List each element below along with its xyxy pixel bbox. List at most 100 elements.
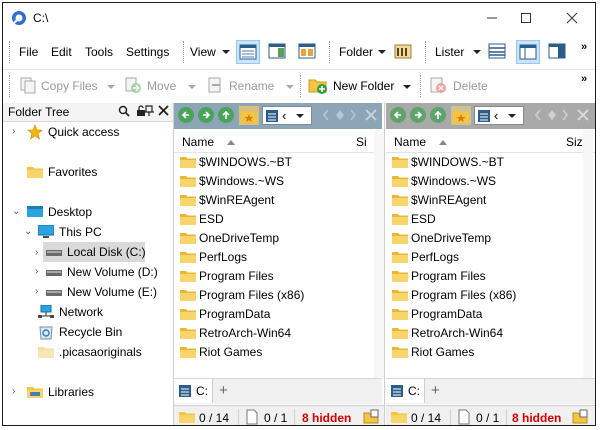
chevron-right-icon[interactable]: › [12,386,15,397]
chevron-right-icon[interactable]: › [35,286,38,297]
tree-item-network[interactable]: Network [3,302,173,322]
chevron-down-icon[interactable] [296,114,304,118]
file-list-row[interactable]: $WinREAgent [386,191,594,210]
close-icon[interactable] [365,109,377,124]
file-list-row[interactable]: OneDriveTemp [174,229,382,248]
close-icon[interactable] [158,105,169,119]
chevron-right-icon[interactable]: › [35,247,38,258]
forward-arrow-icon[interactable] [198,107,214,123]
chevron-left-icon[interactable] [322,108,330,125]
favorites-folder-icon[interactable] [451,106,471,128]
tree-item-new-volume-d[interactable]: › New Volume (D:) [3,262,173,282]
toolbar-overflow-button[interactable]: » [581,41,587,53]
file-list-row[interactable]: Program Files (x86) [386,286,594,305]
chevron-left-icon[interactable]: ‹ [494,108,498,123]
file-list-row[interactable]: $Windows.~WS [174,172,382,191]
chevron-down-icon[interactable]: ⌄ [12,206,20,217]
folder-options-button[interactable] [392,40,416,64]
toolbar-grip[interactable] [329,41,333,63]
chevron-right-icon[interactable] [561,108,569,125]
chevron-right-icon[interactable]: › [12,126,15,137]
toolbar-overflow-button[interactable]: » [581,73,587,85]
thumbnails-view-button[interactable] [296,40,320,64]
name-column-header[interactable]: Name [182,135,214,149]
path-field[interactable]: ‹ [262,106,312,125]
add-tab-button[interactable]: + [431,382,440,399]
preview-pane-button[interactable] [266,40,290,64]
tree-item-quick-access[interactable]: › Quick access [3,122,173,142]
size-column-header[interactable]: Siz [566,135,583,149]
file-list-row[interactable]: $WinREAgent [174,191,382,210]
left-vertical-scrollbar[interactable] [374,130,384,378]
up-arrow-icon[interactable] [430,107,446,123]
tree-item-recycle-bin[interactable]: Recycle Bin [3,322,173,342]
maximize-button[interactable] [511,8,541,28]
toolbar-grip[interactable] [300,75,304,97]
folder-menu[interactable]: Folder [339,45,373,59]
chevron-right-icon[interactable] [349,108,357,125]
folder-size-icon[interactable] [363,409,379,425]
lister-divider[interactable] [384,103,385,425]
chevron-left-icon[interactable]: ‹ [282,108,286,123]
new-folder-button[interactable]: New Folder [333,79,394,93]
file-list-row[interactable]: PerfLogs [174,248,382,267]
tree-item-new-volume-e[interactable]: › New Volume (E:) [3,282,173,302]
menu-file[interactable]: File [19,45,38,59]
tree-item-desktop[interactable]: ⌄ Desktop [3,202,173,222]
favorites-folder-icon[interactable] [239,106,259,128]
file-list-row[interactable]: Riot Games [386,343,594,362]
dual-lister-button[interactable] [516,40,540,64]
lister-menu[interactable]: Lister [435,45,464,59]
sync-icon[interactable] [546,109,558,124]
sync-icon[interactable] [334,109,346,124]
chevron-down-icon[interactable]: ⌄ [24,226,32,237]
tree-item-picasaoriginals[interactable]: .picasaoriginals [3,342,173,362]
file-list-row[interactable]: RetroArch-Win64 [174,324,382,343]
column-header[interactable]: Name Siz [386,130,595,153]
menu-edit[interactable]: Edit [51,45,72,59]
menu-tools[interactable]: Tools [85,45,113,59]
file-list-row[interactable]: RetroArch-Win64 [386,324,594,343]
move-button[interactable]: Move [147,79,176,93]
file-list-row[interactable]: ESD [174,210,382,229]
file-list-row[interactable]: Riot Games [174,343,382,362]
copy-files-button[interactable]: Copy Files [41,79,98,93]
name-column-header[interactable]: Name [394,135,426,149]
file-list-row[interactable]: OneDriveTemp [386,229,594,248]
file-list-row[interactable]: $Windows.~WS [386,172,594,191]
up-arrow-icon[interactable] [218,107,234,123]
close-icon[interactable] [577,109,589,124]
tab-c-drive[interactable]: C: [386,379,425,403]
viewer-pane-button[interactable] [546,40,570,64]
tree-item-this-pc[interactable]: ⌄ This PC [3,222,173,242]
rename-button[interactable]: Rename [229,79,274,93]
hidden-count[interactable]: 8 hidden [512,411,561,425]
file-list-row[interactable]: ESD [386,210,594,229]
file-list-row[interactable]: Program Files (x86) [174,286,382,305]
file-list-row[interactable]: PerfLogs [386,248,594,267]
file-list-row[interactable]: ProgramData [386,305,594,324]
toolbar-grip[interactable] [425,41,429,63]
tree-item-libraries[interactable]: › Libraries [3,382,173,402]
file-list-row[interactable]: Program Files [174,267,382,286]
right-vertical-scrollbar[interactable] [583,130,593,378]
chevron-down-icon[interactable] [378,50,386,54]
search-icon[interactable] [118,105,130,120]
chevron-down-icon[interactable] [286,85,294,89]
chevron-right-icon[interactable]: › [35,266,38,277]
column-header[interactable]: Name Si [174,130,382,153]
tree-item-local-disk-c[interactable]: Local Disk (C:) [43,242,146,262]
folder-size-icon[interactable] [572,409,588,425]
chevron-down-icon[interactable] [403,85,411,89]
size-column-header[interactable]: Si [356,135,367,149]
hidden-count[interactable]: 8 hidden [302,411,351,425]
toolbar-grip[interactable] [183,41,187,63]
file-list-row[interactable]: $WINDOWS.~BT [386,153,594,172]
pin-icon[interactable] [143,104,155,119]
path-field[interactable]: ‹ [474,106,524,125]
chevron-down-icon[interactable] [473,50,481,54]
file-list-row[interactable]: $WINDOWS.~BT [174,153,382,172]
tab-c-drive[interactable]: C: [174,379,213,403]
file-list-row[interactable]: Program Files [386,267,594,286]
file-list-row[interactable]: ProgramData [174,305,382,324]
